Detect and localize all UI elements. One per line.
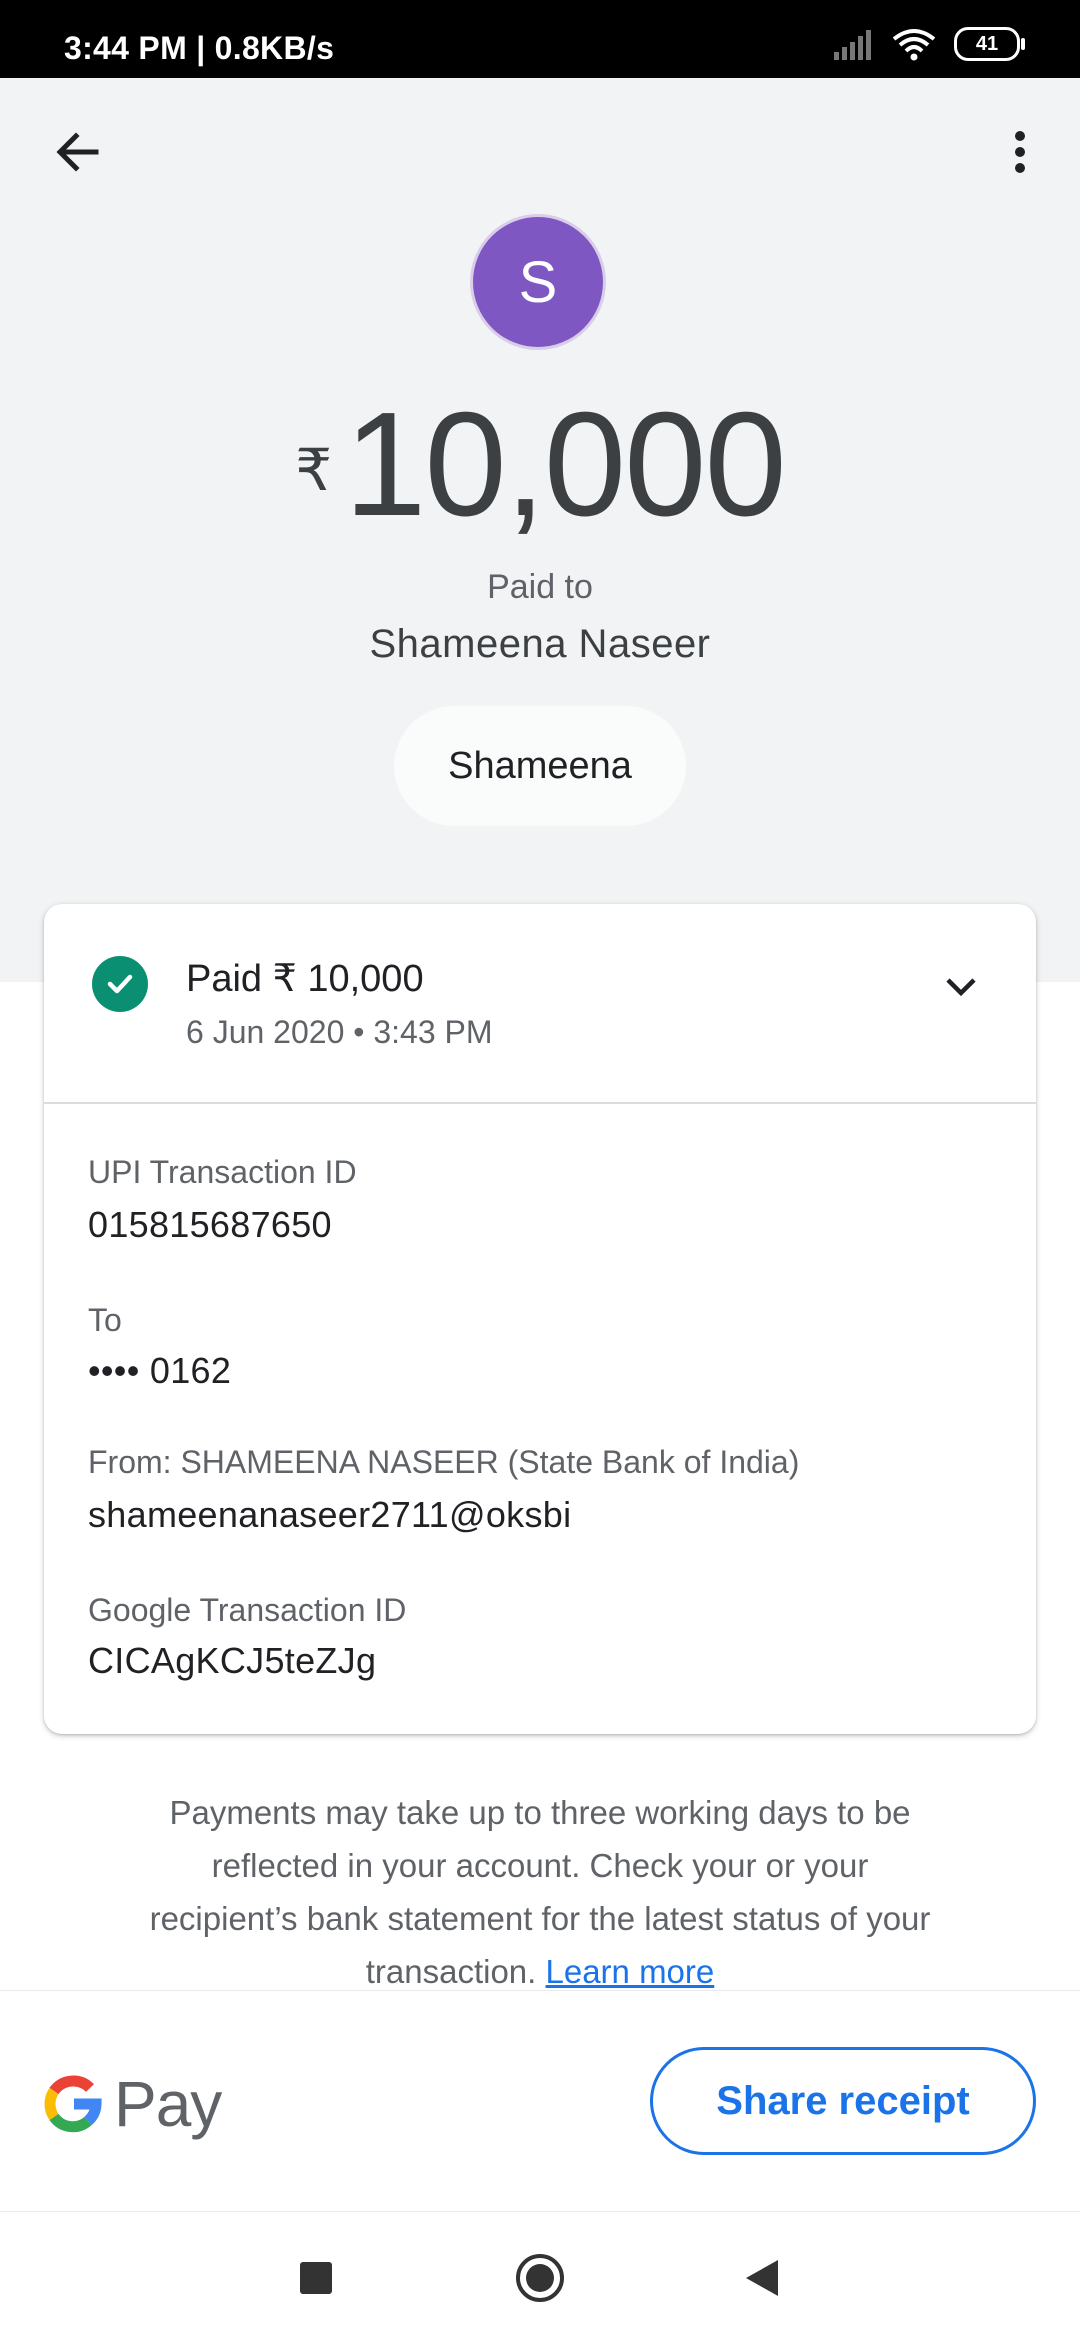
- wifi-icon: [892, 29, 936, 61]
- paid-status: Paid ₹ 10,000: [186, 958, 424, 1000]
- status-bar: 3:44 PM | 0.8KB/s 41: [0, 0, 1080, 78]
- gpay-logo: Pay: [44, 2067, 222, 2141]
- currency-symbol: ₹: [295, 438, 333, 503]
- payee-chip[interactable]: Shameena: [394, 706, 686, 826]
- transaction-datetime: 6 Jun 2020 • 3:43 PM: [186, 1014, 493, 1050]
- arrow-back-icon[interactable]: [48, 122, 108, 182]
- avatar: S: [470, 214, 606, 350]
- google-g-icon: [44, 2075, 102, 2133]
- more-vert-icon[interactable]: [1000, 122, 1040, 182]
- system-nav-bar: [0, 2212, 1080, 2340]
- to-account: •••• 0162: [88, 1350, 232, 1391]
- recents-button[interactable]: [300, 2262, 332, 2294]
- check-circle-icon: [92, 956, 148, 1012]
- bottom-bar: Pay Share receipt: [0, 1990, 1080, 2212]
- learn-more-link[interactable]: Learn more: [546, 1953, 715, 1990]
- paid-to-label: Paid to: [487, 568, 593, 606]
- google-transaction-id: CICAgKCJ5teZJg: [88, 1640, 377, 1681]
- upi-transaction-id: 015815687650: [88, 1204, 332, 1245]
- from-upi-id: shameenanaseer2711@oksbi: [88, 1494, 572, 1535]
- payment-note-text: Payments may take up to three working da…: [149, 1794, 931, 1990]
- avatar-letter: S: [518, 249, 558, 315]
- battery-level: 41: [975, 32, 999, 55]
- payee-name: Shameena Naseer: [369, 622, 711, 666]
- amount: ₹10,000: [0, 380, 1080, 550]
- gpay-text: Pay: [114, 2068, 222, 2140]
- home-button[interactable]: [514, 2252, 566, 2304]
- detail-label: To: [88, 1302, 122, 1338]
- back-triangle-button[interactable]: [742, 2256, 782, 2300]
- status-icons: 41: [834, 24, 1025, 64]
- transaction-card: Paid ₹ 10,000 6 Jun 2020 • 3:43 PM UPI T…: [44, 904, 1036, 1734]
- payment-note: Payments may take up to three working da…: [140, 1786, 940, 1998]
- detail-label: Google Transaction ID: [88, 1592, 407, 1628]
- payee-chip-label: Shameena: [448, 744, 632, 787]
- detail-label: From: SHAMEENA NASEER (State Bank of Ind…: [88, 1444, 800, 1480]
- detail-label: UPI Transaction ID: [88, 1154, 357, 1190]
- battery-icon: 41: [954, 27, 1025, 61]
- amount-value: 10,000: [344, 382, 787, 547]
- share-receipt-button[interactable]: Share receipt: [650, 2047, 1036, 2155]
- signal-icon: [834, 30, 871, 60]
- status-time: 3:44 PM | 0.8KB/s: [64, 30, 335, 66]
- chevron-down-icon[interactable]: [936, 962, 986, 1012]
- transaction-summary[interactable]: Paid ₹ 10,000 6 Jun 2020 • 3:43 PM: [44, 904, 1036, 1104]
